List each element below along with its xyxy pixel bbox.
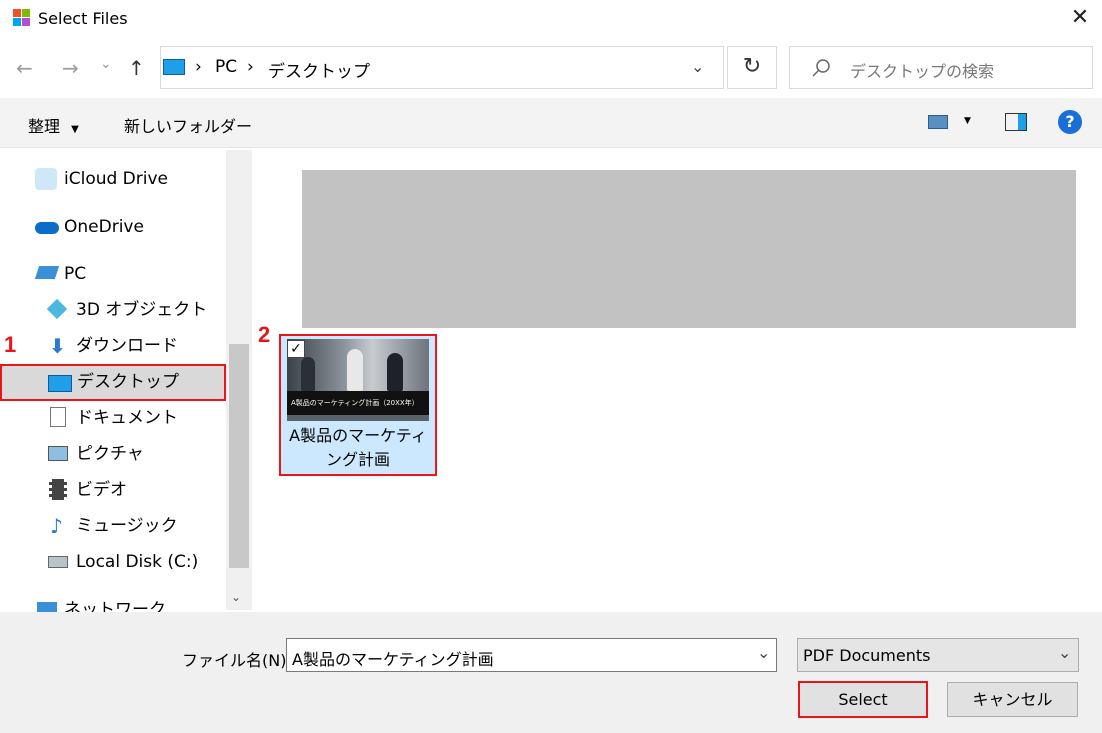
onedrive-icon (35, 222, 59, 234)
window-title: Select Files (38, 9, 128, 28)
person-shape (301, 357, 315, 391)
file-item[interactable]: A製品のマーケティング計画（20XX年） ✓ A製品のマーケティング計画 (279, 334, 437, 476)
breadcrumb-sep-icon: › (195, 57, 202, 77)
dropdown-arrow-icon: ▼ (71, 124, 79, 135)
file-type-select[interactable]: PDF Documents ⌄ (797, 638, 1079, 672)
music-icon: ♪ (50, 514, 63, 538)
network-icon (37, 602, 57, 612)
file-checkbox[interactable]: ✓ (287, 340, 305, 358)
sidebar-item-label: ネットワーク (64, 600, 166, 612)
sidebar-item-network[interactable]: ネットワーク (35, 597, 220, 612)
breadcrumb-sep-icon: › (247, 57, 254, 77)
filename-input[interactable]: A製品のマーケティング計画 ⌄ (286, 638, 777, 672)
title-bar: Select Files ✕ (0, 0, 1102, 38)
sidebar-item-documents[interactable]: ドキュメント (48, 404, 220, 432)
desktop-icon (48, 375, 72, 392)
desktop-icon (163, 59, 185, 75)
scroll-down-arrow-icon[interactable]: ⌄ (231, 590, 241, 604)
person-shape (387, 353, 403, 391)
sidebar-item-downloads[interactable]: ⬇ ダウンロード (48, 332, 220, 360)
close-button[interactable]: ✕ (1066, 4, 1094, 32)
footer-panel: ファイル名(N): A製品のマーケティング計画 ⌄ PDF Documents … (0, 612, 1102, 733)
disk-icon (48, 556, 68, 568)
sidebar-item-3d-objects[interactable]: 3D オブジェクト (46, 296, 220, 324)
new-folder-button[interactable]: 新しいフォルダー (124, 113, 252, 137)
view-options-button[interactable]: ▼ (928, 114, 976, 132)
sidebar-item-label: ダウンロード (76, 336, 178, 356)
step-marker-1: 1 (4, 332, 17, 357)
sidebar-item-icloud[interactable]: iCloud Drive (35, 165, 220, 193)
sidebar-item-label: PC (64, 264, 87, 284)
3d-objects-icon (46, 298, 68, 320)
sidebar-item-music[interactable]: ♪ ミュージック (48, 512, 220, 540)
forward-button[interactable]: → (62, 56, 79, 80)
filename-label: ファイル名(N): (182, 651, 292, 670)
organize-label: 整理 (28, 117, 61, 136)
navigation-scrollbar-thumb[interactable] (229, 344, 249, 568)
back-button[interactable]: ← (16, 56, 33, 80)
content-placeholder-banner (302, 170, 1076, 328)
breadcrumb-pc[interactable]: PC (215, 57, 237, 77)
refresh-button[interactable]: ↻ (727, 46, 777, 89)
search-placeholder: デスクトップの検索 (850, 62, 995, 81)
filename-value: A製品のマーケティング計画 (292, 650, 494, 669)
cancel-button[interactable]: キャンセル (947, 682, 1078, 717)
sidebar-item-onedrive[interactable]: OneDrive (35, 213, 220, 241)
sidebar-item-pictures[interactable]: ピクチャ (48, 440, 220, 468)
file-type-value: PDF Documents (803, 646, 931, 665)
sidebar-item-label: デスクトップ (77, 372, 179, 392)
search-icon (810, 57, 832, 83)
organize-button[interactable]: 整理 ▼ (28, 113, 79, 137)
sidebar-item-label: iCloud Drive (64, 169, 169, 189)
view-icon (928, 115, 948, 129)
document-icon (50, 407, 66, 427)
help-icon[interactable]: ? (1058, 110, 1082, 134)
sidebar-item-label: ピクチャ (76, 444, 144, 464)
preview-pane-button[interactable] (1005, 113, 1027, 131)
recent-locations-button[interactable]: ⌄ (100, 52, 112, 76)
video-icon (49, 479, 67, 500)
download-icon: ⬇ (49, 334, 66, 358)
sidebar-item-label: ドキュメント (76, 408, 178, 428)
search-input[interactable]: デスクトップの検索 (789, 46, 1093, 89)
sidebar-item-label: OneDrive (64, 217, 144, 237)
sidebar-item-local-disk[interactable]: Local Disk (C:) (48, 548, 220, 576)
sidebar-item-label: 3D オブジェクト (76, 300, 208, 320)
sidebar-item-label: ビデオ (76, 480, 127, 500)
sidebar-item-videos[interactable]: ビデオ (48, 476, 220, 504)
sidebar-item-desktop[interactable]: デスクトップ (0, 364, 226, 401)
file-thumbnail: A製品のマーケティング計画（20XX年） (287, 339, 429, 421)
dropdown-arrow-icon: ▼ (964, 116, 971, 126)
sidebar-item-label: ミュージック (76, 516, 178, 536)
up-button[interactable]: ↑ (128, 56, 145, 80)
file-type-dropdown-icon: ⌄ (1058, 643, 1072, 662)
pictures-icon (48, 446, 68, 461)
sidebar-item-pc[interactable]: PC (34, 260, 220, 288)
thumbnail-caption: A製品のマーケティング計画（20XX年） (287, 391, 429, 415)
person-shape (347, 349, 363, 391)
sidebar-item-label: Local Disk (C:) (76, 552, 199, 572)
pc-icon (34, 266, 60, 279)
breadcrumb-desktop[interactable]: デスクトップ (268, 57, 370, 82)
app-icon (13, 9, 31, 27)
command-bar: 整理 ▼ 新しいフォルダー ▼ ? (0, 98, 1102, 148)
preview-pane-icon (1018, 114, 1026, 130)
select-button[interactable]: Select (798, 681, 928, 718)
step-marker-2: 2 (258, 322, 271, 347)
file-name: A製品のマーケティング計画 (289, 426, 427, 469)
icloud-icon (35, 168, 57, 190)
address-dropdown-icon[interactable]: ⌄ (691, 57, 704, 76)
address-bar[interactable]: › PC › デスクトップ ⌄ (160, 46, 724, 89)
filename-dropdown-icon[interactable]: ⌄ (757, 643, 770, 662)
